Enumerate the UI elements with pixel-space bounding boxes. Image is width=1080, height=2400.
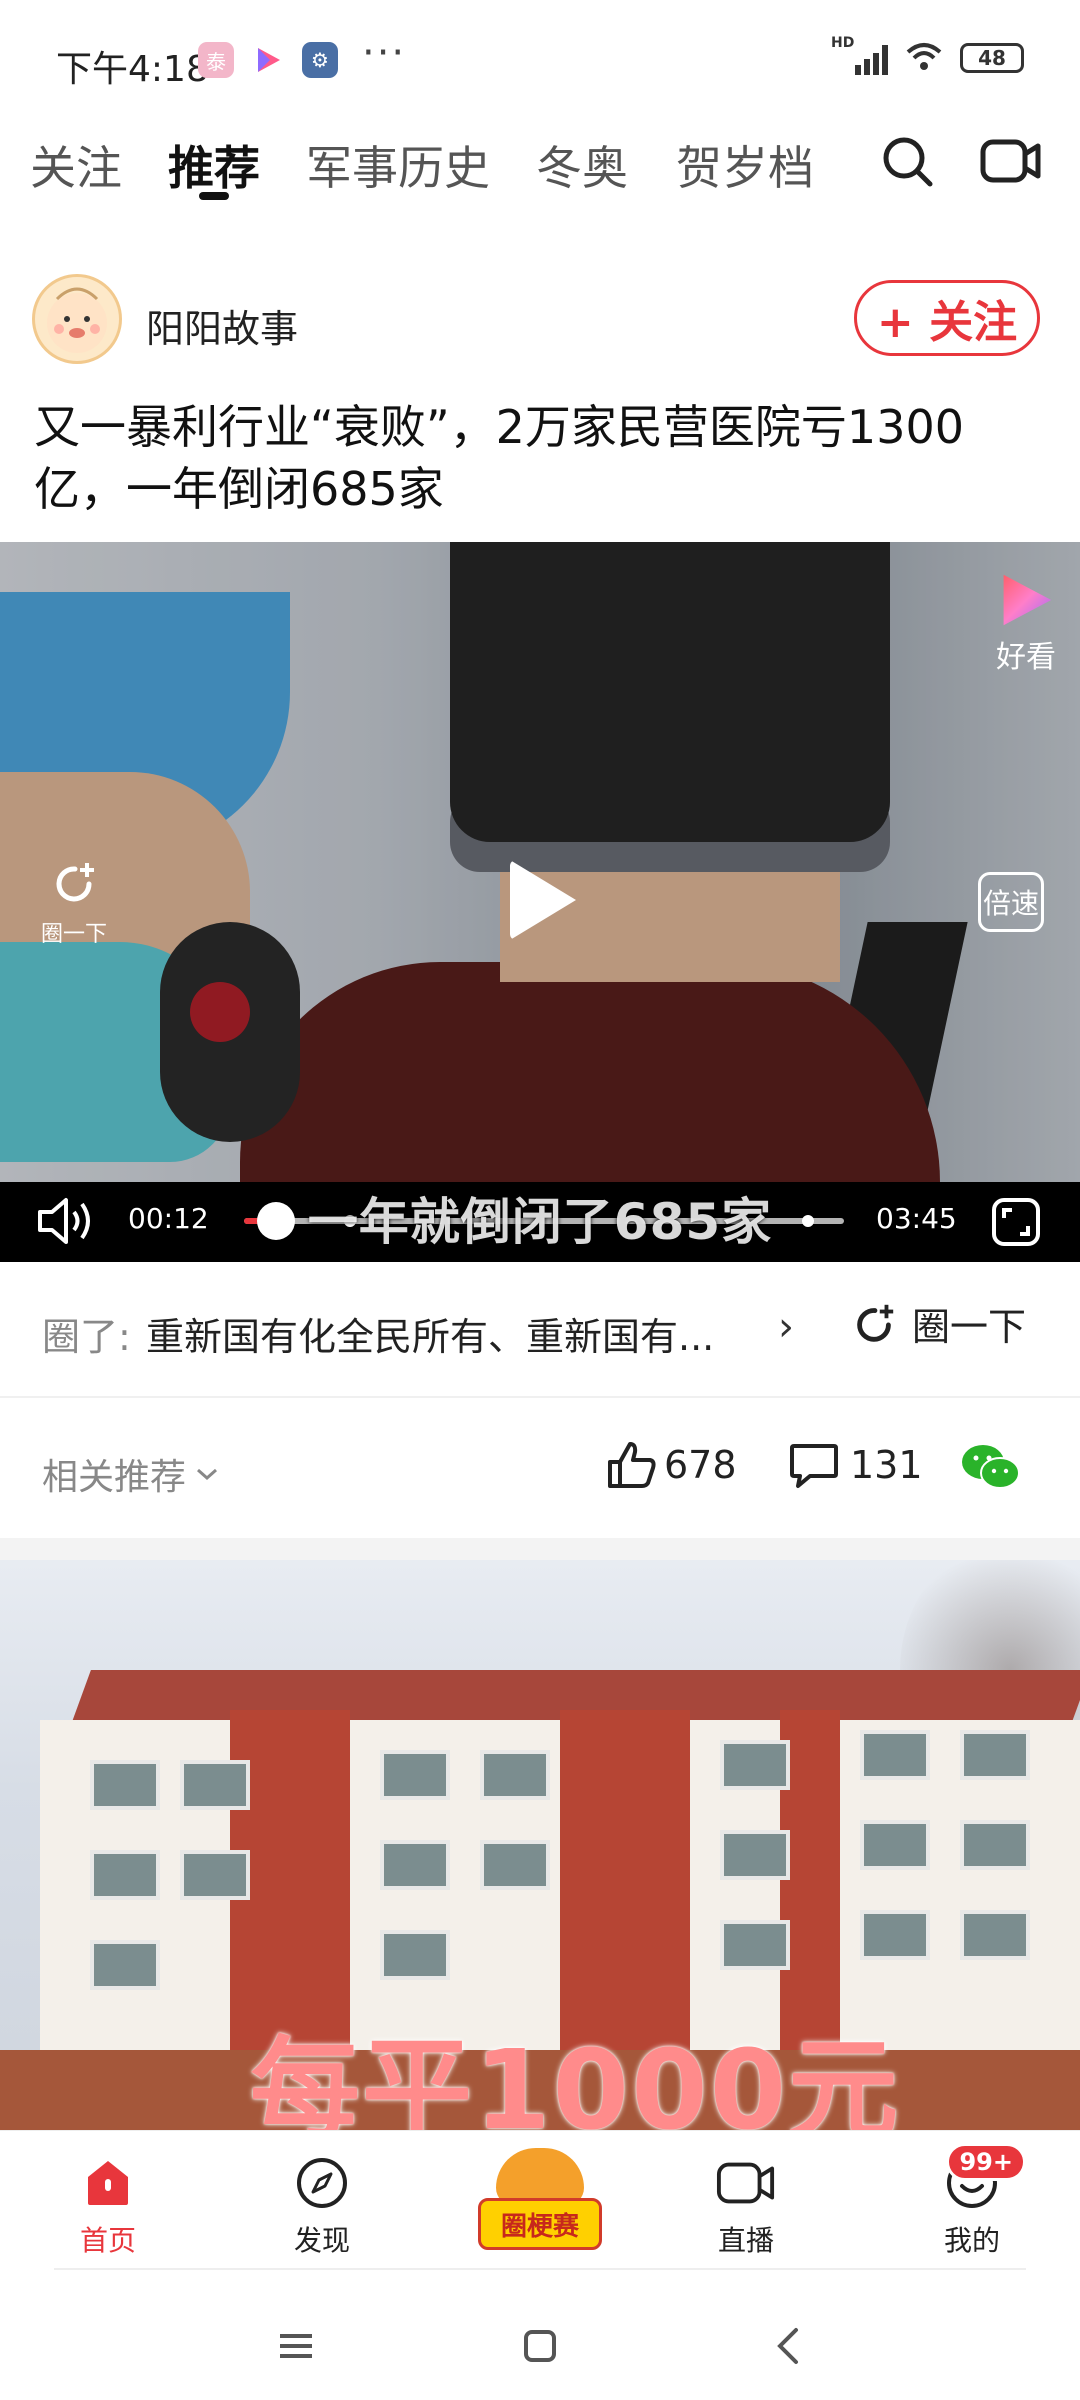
next-feed-card-image[interactable]: 每平1000元 — [0, 1560, 1080, 2130]
hd-label: HD — [831, 35, 855, 51]
fullscreen-icon[interactable] — [990, 1196, 1042, 1252]
video-control-bar: 00:12 03:45 — [0, 1182, 1080, 1262]
author-name[interactable]: 阳阳故事 — [146, 298, 298, 353]
comment-icon — [790, 1444, 838, 1488]
related-dropdown[interactable]: 相关推荐 — [42, 1448, 220, 1500]
status-indicators: HD 48 — [831, 35, 1024, 76]
circle-topic-link[interactable]: 重新国有化全民所有、重新国有... — [146, 1306, 756, 1361]
nav-discover[interactable]: 发现 — [262, 2153, 382, 2259]
settings-app-icon: ⚙ — [302, 42, 338, 78]
author-row: 阳阳故事 + 关注 — [0, 270, 1080, 370]
volume-icon[interactable] — [36, 1194, 98, 1252]
wechat-share-icon[interactable] — [960, 1442, 1022, 1496]
system-nav-bar — [0, 2280, 1080, 2400]
video-camera-icon[interactable] — [978, 128, 1044, 194]
nav-home-label: 首页 — [79, 2224, 136, 2257]
loop-label: 圈一下 — [40, 922, 107, 947]
menu-icon[interactable] — [266, 2316, 326, 2376]
thumbs-up-icon — [608, 1442, 656, 1488]
loop-icon — [857, 1304, 894, 1342]
feed-separator — [0, 1538, 1080, 1560]
chapter-marker — [802, 1215, 814, 1227]
progress-thumb[interactable] — [256, 1202, 295, 1240]
status-bar: 下午4:18 泰 ⚙ ··· HD 48 — [0, 0, 1080, 126]
home-square-icon[interactable] — [510, 2316, 570, 2376]
battery-icon: 48 — [960, 43, 1024, 73]
tab-military-history[interactable]: 军事历史 — [306, 132, 490, 198]
circle-button[interactable]: 圈一下 — [850, 1296, 1026, 1351]
related-label: 相关推荐 — [42, 1457, 187, 1498]
taiqi-app-icon: 泰 — [198, 42, 234, 78]
loop-button[interactable]: 圈一下 — [34, 858, 114, 948]
follow-button[interactable]: + 关注 — [854, 280, 1040, 356]
status-time: 下午4:18 — [56, 49, 209, 90]
progress-track[interactable] — [244, 1202, 844, 1240]
circle-prefix: 圈了: — [42, 1315, 131, 1359]
comment-button[interactable]: 131 — [788, 1440, 923, 1490]
action-row: 相关推荐 678 131 — [0, 1398, 1080, 1538]
chevron-right-icon[interactable]: › — [778, 1304, 794, 1350]
haokan-logo-icon — [1003, 574, 1052, 626]
current-time: 00:12 — [128, 1202, 209, 1235]
loop-icon — [56, 863, 94, 902]
status-more-icon: ··· — [362, 30, 407, 76]
tab-follow[interactable]: 关注 — [30, 132, 122, 198]
nav-home[interactable]: 首页 — [48, 2153, 168, 2259]
search-icon[interactable] — [874, 128, 940, 194]
tab-new-year-films[interactable]: 贺岁档 — [676, 132, 814, 198]
home-icon — [48, 2153, 168, 2213]
promo-label: 圈梗赛 — [478, 2198, 602, 2250]
video-app-icon — [250, 42, 286, 78]
notification-badge: 99+ — [946, 2143, 1026, 2181]
like-button[interactable]: 678 — [604, 1438, 737, 1492]
chevron-down-icon — [197, 1468, 218, 1481]
nav-me-label: 我的 — [943, 2224, 1000, 2257]
compass-icon — [262, 2153, 382, 2213]
video-player[interactable]: 好看 圈一下 倍速 00:12 03:45 一年就倒闭了685家 — [0, 542, 1080, 1262]
live-camera-icon — [686, 2153, 806, 2213]
wifi-icon — [904, 40, 944, 76]
comment-count: 131 — [850, 1443, 923, 1487]
tab-recommend[interactable]: 推荐 — [168, 132, 260, 198]
signal-icon: HD — [831, 35, 888, 75]
like-count: 678 — [664, 1443, 737, 1487]
post-title[interactable]: 又一暴利行业“衰败”，2万家民营医院亏1300亿，一年倒闭685家 — [34, 396, 1044, 520]
nav-promo-event[interactable]: 圈梗赛 — [478, 2148, 602, 2258]
active-tab-indicator — [199, 192, 229, 200]
nav-me[interactable]: 我的 99+ — [912, 2143, 1032, 2259]
status-app-icons: 泰 ⚙ — [198, 42, 338, 78]
total-time: 03:45 — [876, 1202, 957, 1235]
nav-live[interactable]: 直播 — [686, 2153, 806, 2259]
card-overlay-text: 每平1000元 — [250, 2026, 901, 2130]
tab-winter-olympics[interactable]: 冬奥 — [536, 132, 628, 198]
back-icon[interactable] — [758, 2316, 818, 2376]
nav-discover-label: 发现 — [293, 2224, 350, 2257]
play-icon[interactable] — [510, 860, 576, 940]
brand-label: 好看 — [996, 640, 1056, 675]
nav-live-label: 直播 — [717, 2224, 774, 2257]
haokan-brand: 好看 — [996, 572, 1056, 676]
top-tab-bar: 关注 推荐 军事历史 冬奥 贺岁档 — [0, 120, 1080, 230]
author-avatar[interactable] — [32, 274, 122, 364]
speed-button[interactable]: 倍速 — [978, 872, 1044, 932]
chapter-marker — [344, 1215, 356, 1227]
circle-row: 圈了: 重新国有化全民所有、重新国有... › 圈一下 — [0, 1262, 1080, 1398]
circle-button-label: 圈一下 — [912, 1305, 1027, 1349]
